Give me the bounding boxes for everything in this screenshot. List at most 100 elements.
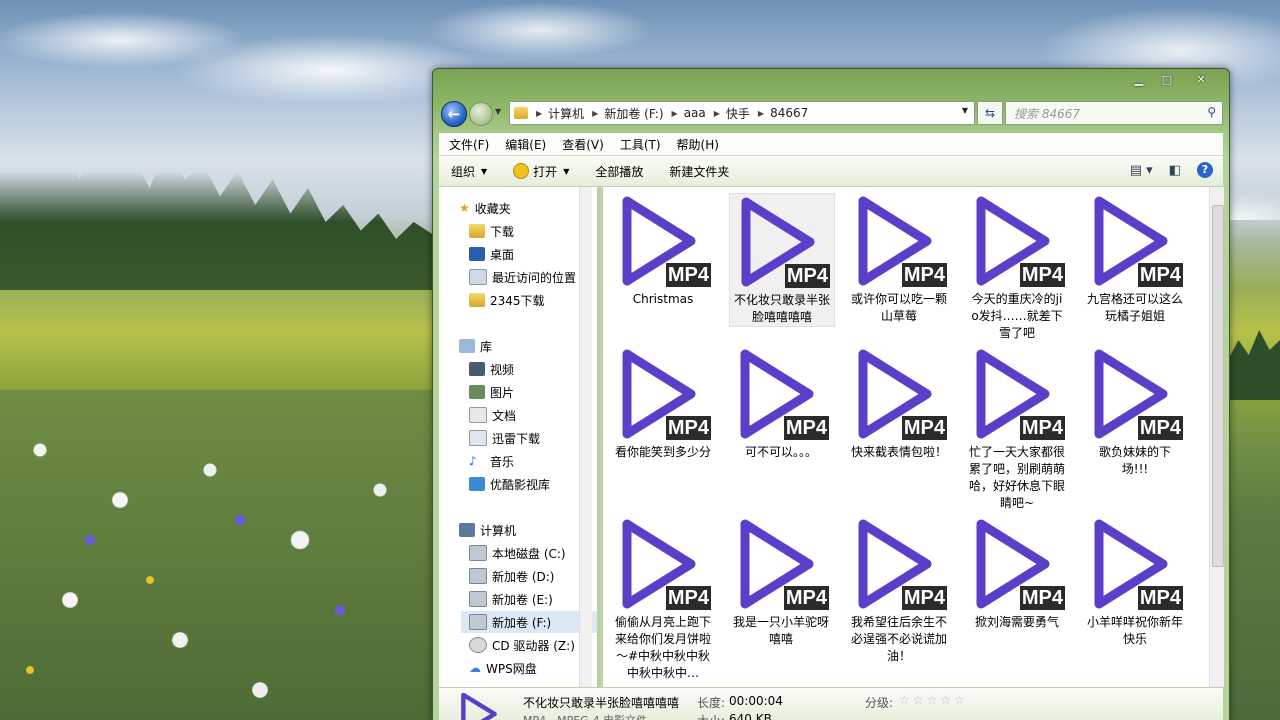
nav-library[interactable]: 库 xyxy=(459,335,492,357)
documents-library-icon xyxy=(469,407,487,423)
file-tile[interactable]: MP4 偷偷从月亮上跑下来给你们发月饼啦～#中秋中秋中秋中秋中秋中… xyxy=(611,516,715,682)
nav-drive-c[interactable]: 本地磁盘 (C:) xyxy=(469,542,566,564)
open-with-icon xyxy=(513,163,530,179)
menu-edit[interactable]: 编辑(E) xyxy=(505,136,546,153)
nav-drive-z[interactable]: CD 驱动器 (Z:) xyxy=(469,634,575,656)
open-button[interactable]: 打开 ▼ xyxy=(513,163,569,180)
minimize-button[interactable]: ▁ xyxy=(1125,71,1153,87)
window-controls: ▁ □ ✕ xyxy=(1125,71,1221,87)
nav-item-xunlei-downloads[interactable]: 迅雷下载 xyxy=(469,427,540,449)
file-tile[interactable]: MP4 忙了一天大家都很累了吧，别刷萌萌哈，好好休息下眼睛吧~ xyxy=(965,346,1069,512)
downloads-folder-icon xyxy=(469,224,485,238)
nav-drive-d[interactable]: 新加卷 (D:) xyxy=(469,565,554,587)
chevron-right-icon[interactable]: ▶ xyxy=(536,109,542,118)
nav-item-label: 新加卷 (E:) xyxy=(492,592,553,607)
chevron-right-icon[interactable]: ▶ xyxy=(758,109,764,118)
play-all-button[interactable]: 全部播放 xyxy=(595,163,643,180)
nav-item-2345-downloads[interactable]: 2345下载 xyxy=(469,289,545,311)
forward-button[interactable] xyxy=(469,102,493,126)
breadcrumb-kuaishou[interactable]: 快手 xyxy=(726,105,750,122)
nav-item-label: 最近访问的位置 xyxy=(492,270,577,285)
navigation-pane: ★ 收藏夹 下载 桌面 最近访问的位置 2345下载 库 视频 图片 文档 迅雷… xyxy=(439,187,597,687)
file-name-label: 快来截表情包啦！ xyxy=(851,445,948,459)
address-bar[interactable]: ▶ 计算机 ▶ 新加卷 (F:) ▶ aaa ▶ 快手 ▶ 84667 ▼ xyxy=(509,101,975,125)
chevron-right-icon[interactable]: ▶ xyxy=(592,109,598,118)
chevron-right-icon[interactable]: ▶ xyxy=(672,109,678,118)
preview-pane-icon[interactable]: ◧ xyxy=(1169,163,1181,178)
address-dropdown-icon[interactable]: ▼ xyxy=(962,106,968,115)
breadcrumb-drive-f[interactable]: 新加卷 (F:) xyxy=(604,105,663,122)
file-tile[interactable]: MP4 小羊咩咩祝你新年快乐 xyxy=(1083,516,1187,648)
chevron-right-icon[interactable]: ▶ xyxy=(714,109,720,118)
file-tile[interactable]: MP4 九宫格还可以这么玩橘子姐姐 xyxy=(1083,193,1187,325)
command-bar: 组织 ▼ 打开 ▼ 全部播放 新建文件夹 ▤ ▾ ◧ ? xyxy=(439,156,1223,187)
search-icon[interactable]: ⚲ xyxy=(1207,105,1216,119)
desktop-icon xyxy=(469,247,485,261)
file-tile[interactable]: MP4 不化妆只敢录半张脸嘻嘻嘻嘻 xyxy=(729,193,835,327)
video-file-icon: MP4 xyxy=(849,193,949,291)
address-row: ← ▼ ▶ 计算机 ▶ 新加卷 (F:) ▶ aaa ▶ 快手 ▶ 84667 … xyxy=(439,99,1223,127)
nav-item-documents[interactable]: 文档 xyxy=(469,404,516,426)
nav-drive-e[interactable]: 新加卷 (E:) xyxy=(469,588,553,610)
menu-file[interactable]: 文件(F) xyxy=(449,136,489,153)
nav-item-label: 本地磁盘 (C:) xyxy=(492,546,566,561)
music-note-icon: ♪ xyxy=(469,454,477,468)
rating-stars[interactable]: ☆☆☆☆☆ xyxy=(899,693,968,707)
nav-item-pictures[interactable]: 图片 xyxy=(469,381,514,403)
content-scrollbar[interactable] xyxy=(1209,187,1224,687)
file-tile[interactable]: MP4 歌负妹妹的下场!!! xyxy=(1083,346,1187,478)
pane-divider[interactable] xyxy=(601,187,602,687)
file-name-label: 偷偷从月亮上跑下来给你们发月饼啦～#中秋中秋中秋中秋中秋中… xyxy=(615,615,712,680)
file-name-label: 我希望往后余生不必逞强不必说谎加油！ xyxy=(851,615,948,663)
open-label: 打开 xyxy=(533,164,558,179)
menu-tools[interactable]: 工具(T) xyxy=(620,136,661,153)
nav-item-youku-library[interactable]: 优酷影视库 xyxy=(469,473,550,495)
details-file-type: MP4 - MPEG-4 电影文件 xyxy=(523,712,647,720)
breadcrumb-computer[interactable]: 计算机 xyxy=(548,105,584,122)
nav-item-label: WPS网盘 xyxy=(486,661,537,676)
mp4-badge: MP4 xyxy=(1137,263,1183,287)
file-tile[interactable]: MP4 掀刘海需要勇气 xyxy=(965,516,1069,631)
file-tile[interactable]: MP4 我希望往后余生不必逞强不必说谎加油！ xyxy=(847,516,951,665)
new-folder-button[interactable]: 新建文件夹 xyxy=(669,163,729,180)
breadcrumb-current[interactable]: 84667 xyxy=(770,106,808,120)
recent-pages-dropdown[interactable]: ▼ xyxy=(495,107,501,116)
maximize-button[interactable]: □ xyxy=(1153,71,1181,87)
file-tile[interactable]: MP4 我是一只小羊驼呀嘻嘻 xyxy=(729,516,833,648)
mp4-badge: MP4 xyxy=(783,586,829,610)
nav-item-videos[interactable]: 视频 xyxy=(469,358,514,380)
recent-places-icon xyxy=(469,269,487,285)
nav-scrollbar[interactable] xyxy=(579,187,592,687)
view-options-icon[interactable]: ▤ ▾ xyxy=(1130,163,1153,178)
organize-button[interactable]: 组织 ▼ xyxy=(451,163,487,180)
hard-drive-icon xyxy=(469,591,487,607)
nav-wps-drive[interactable]: ☁ WPS网盘 xyxy=(469,657,537,679)
help-icon[interactable]: ? xyxy=(1197,162,1213,178)
menu-bar: 文件(F) 编辑(E) 查看(V) 工具(T) 帮助(H) xyxy=(439,133,1223,156)
nav-computer[interactable]: 计算机 xyxy=(459,519,516,541)
nav-favorites[interactable]: ★ 收藏夹 xyxy=(459,197,511,219)
menu-view[interactable]: 查看(V) xyxy=(562,136,604,153)
nav-item-label: 新加卷 (F:) xyxy=(492,615,552,630)
file-tile[interactable]: MP4 今天的重庆冷的jio发抖……就差下雪了吧 xyxy=(965,193,1069,342)
file-tile[interactable]: MP4 看你能笑到多少分 xyxy=(611,346,715,461)
file-tile[interactable]: MP4 Christmas xyxy=(611,193,715,308)
search-input[interactable]: 搜索 84667 ⚲ xyxy=(1005,101,1223,125)
file-name-label: 小羊咩咩祝你新年快乐 xyxy=(1087,615,1184,646)
back-button[interactable]: ← xyxy=(441,101,467,127)
flower-meadow xyxy=(0,390,440,720)
file-tile[interactable]: MP4 可不可以。。。 xyxy=(729,346,833,461)
refresh-button[interactable]: ⇆ xyxy=(977,101,1003,125)
scrollbar-thumb[interactable] xyxy=(1212,205,1224,567)
nav-drive-f[interactable]: 新加卷 (F:) xyxy=(461,611,597,633)
nav-item-label: 迅雷下载 xyxy=(492,431,541,446)
file-tile[interactable]: MP4 或许你可以吃一颗山草莓 xyxy=(847,193,951,325)
close-button[interactable]: ✕ xyxy=(1181,71,1221,87)
nav-item-recent-places[interactable]: 最近访问的位置 xyxy=(469,266,576,288)
menu-help[interactable]: 帮助(H) xyxy=(677,136,719,153)
nav-item-desktop[interactable]: 桌面 xyxy=(469,243,514,265)
nav-item-downloads[interactable]: 下载 xyxy=(469,220,514,242)
breadcrumb-aaa[interactable]: aaa xyxy=(684,106,706,120)
nav-item-music[interactable]: ♪ 音乐 xyxy=(469,450,514,472)
file-tile[interactable]: MP4 快来截表情包啦！ xyxy=(847,346,951,461)
